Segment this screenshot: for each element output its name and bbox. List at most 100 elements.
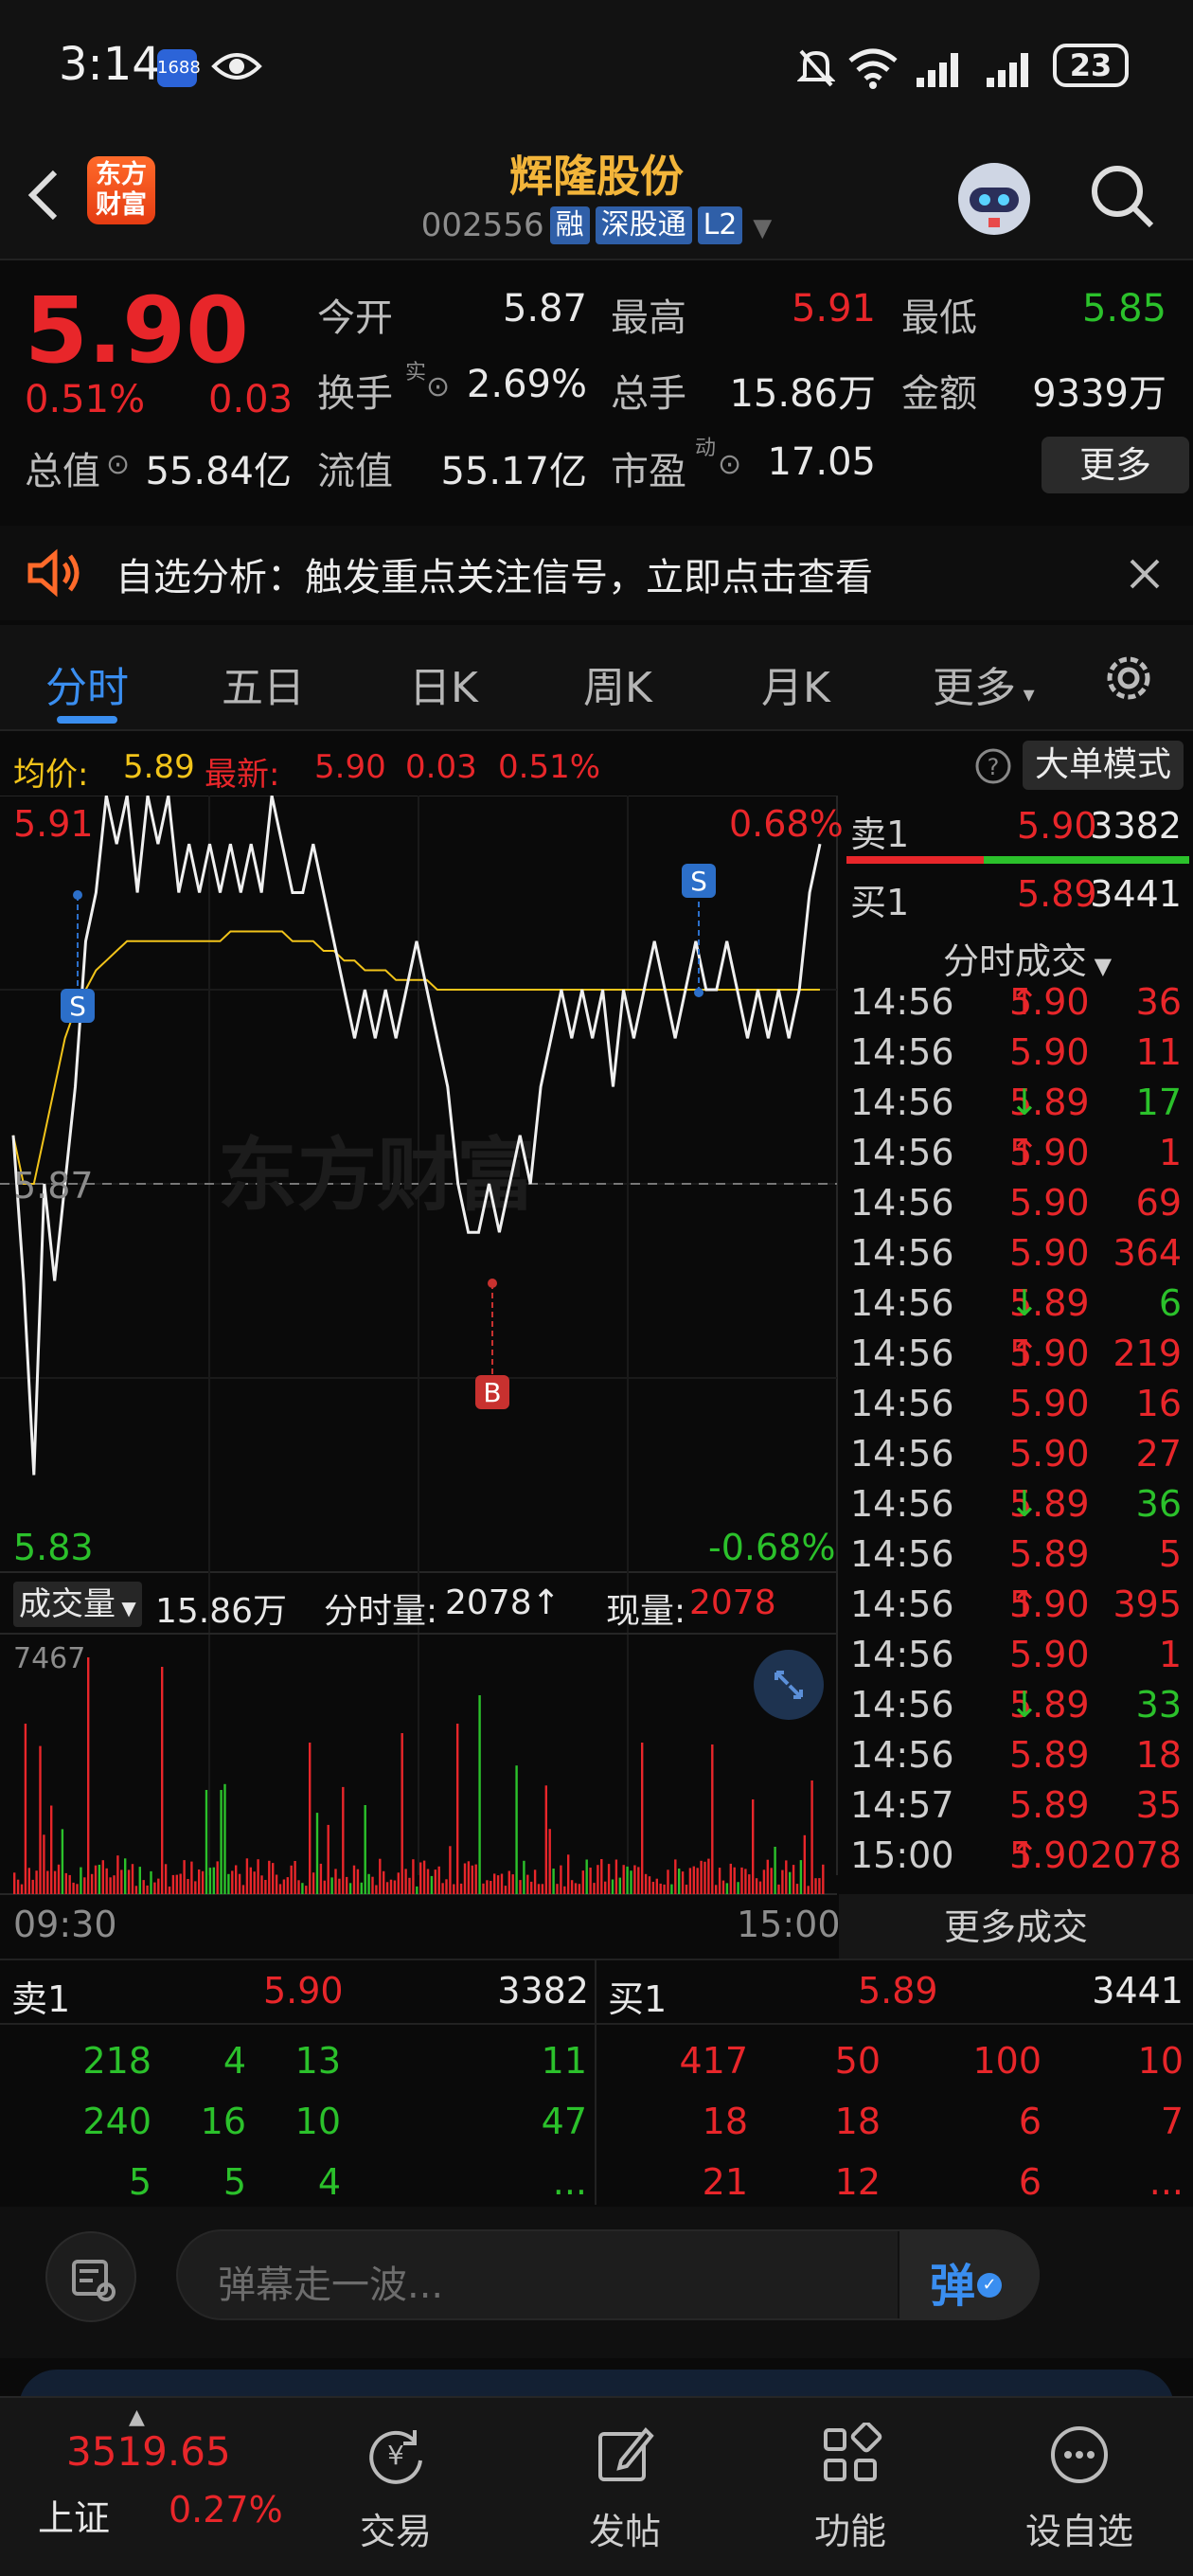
big-order-mode-button[interactable]: 大单模式: [1023, 741, 1184, 790]
nav-post[interactable]: 发帖: [540, 2502, 710, 2554]
order-book: 卖1 5.90 3382 买1 5.89 3441 218 4 13 11 240 16 1…: [0, 1959, 1193, 2205]
low-label: 最低: [901, 296, 977, 340]
latest-label: 最新:: [205, 756, 280, 794]
turnover-value: 2.69%: [466, 363, 587, 406]
connect-tag: 深股通: [595, 206, 692, 244]
help-icon[interactable]: ?: [973, 746, 1013, 786]
barrage-settings-icon[interactable]: [45, 2231, 136, 2322]
tab-intraday[interactable]: 分时: [45, 653, 129, 714]
trade-volume: 1: [1158, 1634, 1182, 1675]
l2-tag: L2: [697, 206, 743, 244]
volume-bar: [187, 1879, 189, 1894]
barrage-send-button[interactable]: 弹 ✓: [898, 2231, 1040, 2318]
trade-time: 14:56: [850, 981, 954, 1023]
volume-bar: [301, 1883, 304, 1894]
alert-text[interactable]: 自选分析：触发重点关注信号，立即点击查看: [116, 546, 873, 601]
tab-monthly-k[interactable]: 月K: [761, 653, 830, 714]
volume-bar: [46, 1870, 49, 1894]
volume-bar: [330, 1877, 333, 1894]
volume-bar: [511, 1874, 514, 1894]
tape-trade-row: 14:56 5.90 27: [850, 1433, 1182, 1475]
sell-marker-dot: [73, 890, 82, 900]
tape-trade-row: 15:00 5.90 ↑ 2078: [850, 1834, 1182, 1876]
more-dots-icon[interactable]: [1047, 2423, 1112, 2487]
volume-bar: [574, 1883, 578, 1894]
nav-functions[interactable]: 功能: [765, 2502, 935, 2554]
volume-bar: [131, 1864, 134, 1894]
close-icon[interactable]: [1129, 558, 1161, 590]
volume-bar: [663, 1884, 666, 1894]
sell-marker-dot: [694, 988, 703, 997]
volume-bar: [138, 1867, 141, 1894]
trade-volume: 33: [1135, 1684, 1182, 1726]
grid-apps-icon[interactable]: [818, 2423, 882, 2487]
volume-bar: [57, 1864, 61, 1894]
tab-weekly-k[interactable]: 周K: [583, 653, 652, 714]
info-icon[interactable]: ⊙: [718, 448, 741, 481]
post-edit-icon[interactable]: [593, 2423, 657, 2487]
index-caret-icon: ▲: [129, 2406, 145, 2429]
nav-watchlist[interactable]: 设自选: [994, 2502, 1165, 2554]
settings-gear-icon[interactable]: [1098, 648, 1159, 708]
trade-volume: 364: [1113, 1232, 1182, 1274]
intraday-chart[interactable]: 东方财富 S S B: [0, 796, 839, 1960]
volume-dropdown[interactable]: 成交量 ▼: [13, 1582, 142, 1627]
volume-bar: [153, 1882, 156, 1894]
more-button[interactable]: 更多: [1042, 437, 1189, 493]
barrage-input[interactable]: 弹幕走一波... 弹 ✓: [176, 2229, 1040, 2320]
volume-bar: [164, 1864, 168, 1894]
volume-bar: [39, 1745, 42, 1894]
volume-bar: [297, 1880, 300, 1894]
trade-volume: 2078: [1090, 1834, 1182, 1876]
search-icon[interactable]: [1089, 163, 1157, 231]
signal-icon-2: [987, 53, 1028, 87]
volume-bar: [127, 1869, 131, 1894]
trade-time: 14:56: [850, 1182, 954, 1224]
trade-time: 14:56: [850, 1282, 954, 1324]
more-trades-button[interactable]: 更多成交: [839, 1894, 1193, 1960]
status-time: 3:14: [59, 38, 161, 91]
trade-volume: 18: [1135, 1734, 1182, 1776]
volume-bar: [445, 1879, 448, 1894]
volume-bar: [453, 1884, 455, 1894]
index-value[interactable]: 3519.65: [66, 2428, 231, 2475]
info-icon[interactable]: ⊙: [106, 448, 130, 481]
tape-trade-row: 14:56 5.90 ↑ 36: [850, 981, 1182, 1023]
trade-volume: 27: [1135, 1433, 1182, 1475]
tab-daily-k[interactable]: 日K: [409, 653, 478, 714]
tab-five-day[interactable]: 五日: [222, 653, 305, 714]
volume-bar: [803, 1834, 806, 1894]
alert-banner[interactable]: 自选分析：触发重点关注信号，立即点击查看: [0, 526, 1193, 620]
volume-bar: [752, 1799, 755, 1894]
volume-bar: [408, 1877, 411, 1894]
volume-bar: [116, 1855, 119, 1894]
expand-icon[interactable]: [754, 1650, 824, 1720]
sell-marker-label: S: [69, 991, 86, 1022]
trade-volume: 1: [1158, 1132, 1182, 1173]
tape-title[interactable]: 分时成交 ▼: [943, 932, 1112, 984]
tape-buy1: 买1 5.89 3441: [850, 873, 1182, 923]
bottom-nav: ▲ 3519.65 上证 0.27% ¥ 交易 发帖 功能 设自选: [0, 2396, 1193, 2576]
volume-bar: [618, 1877, 621, 1894]
index-pct[interactable]: 0.27%: [169, 2489, 283, 2531]
volume-bar: [190, 1861, 193, 1894]
tab-more[interactable]: 更多 ▾: [933, 653, 1035, 714]
volume-bar: [294, 1861, 296, 1894]
volume-bar: [53, 1870, 57, 1894]
volume-max-tick: 7467: [13, 1642, 86, 1675]
volume-bar: [721, 1880, 725, 1894]
volume-bar: [312, 1872, 315, 1894]
volume-bar: [688, 1868, 692, 1894]
volume-bar: [334, 1869, 337, 1894]
volume-bar: [80, 1867, 82, 1894]
volume-bar: [385, 1882, 389, 1894]
trade-icon[interactable]: ¥: [364, 2423, 428, 2487]
index-name[interactable]: 上证: [38, 2489, 110, 2541]
volume-bar: [64, 1872, 67, 1894]
robot-avatar-icon[interactable]: [951, 155, 1038, 242]
avg-value: 5.89: [123, 748, 195, 786]
volume-bar: [822, 1864, 825, 1894]
nav-trade[interactable]: 交易: [311, 2502, 481, 2554]
volume-bar: [581, 1870, 584, 1894]
volume-bar: [795, 1884, 799, 1894]
